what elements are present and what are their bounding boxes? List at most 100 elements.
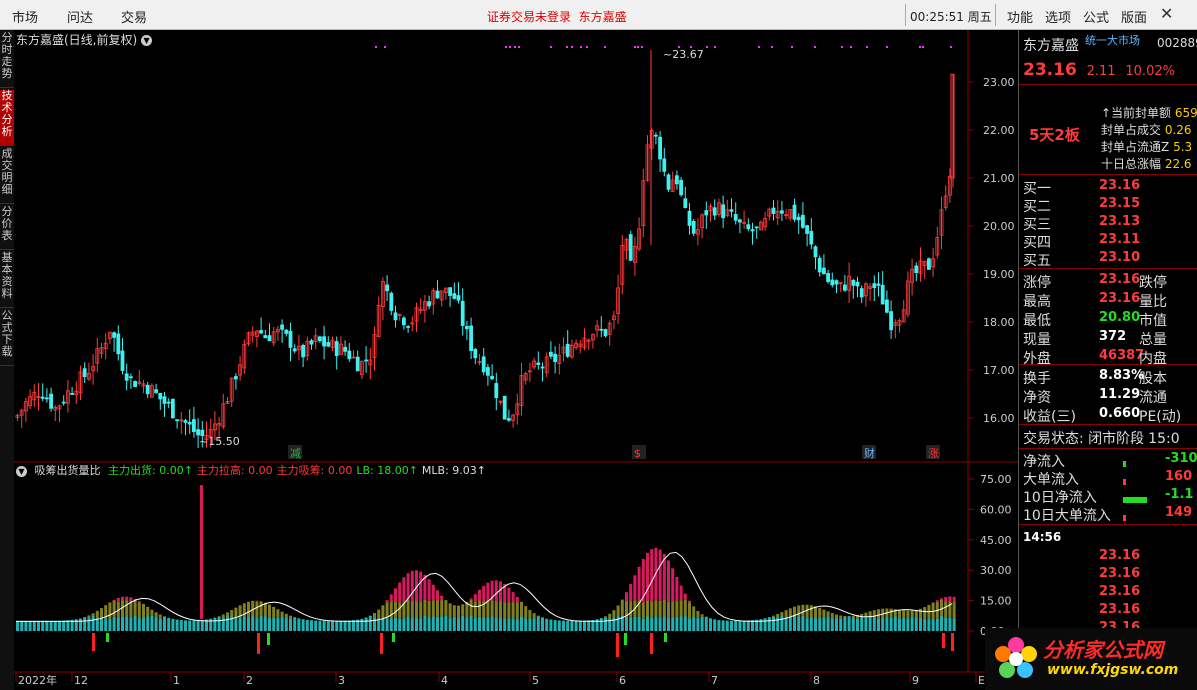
date-tick-label: 9 xyxy=(912,674,919,687)
price-tick-label: 19.00 xyxy=(983,268,1015,281)
indicator-bar xyxy=(137,602,141,619)
indicator-bar xyxy=(650,601,654,618)
indicator-bar xyxy=(326,620,330,631)
indicator-bar xyxy=(293,617,297,631)
indicator-bar xyxy=(625,616,628,631)
candle-body xyxy=(191,419,196,432)
candle-body xyxy=(473,348,478,359)
signal-dot xyxy=(791,46,793,48)
tab-profile[interactable]: 基本资料 xyxy=(0,252,14,308)
indicator-bar xyxy=(507,587,511,603)
indicator-bar xyxy=(83,617,87,631)
candle-body xyxy=(801,214,805,228)
menu-trade[interactable]: 交易 xyxy=(121,7,147,26)
indicator-bar xyxy=(444,615,448,631)
indicator-bar xyxy=(654,616,658,631)
stat-label: 量比 xyxy=(1139,294,1167,310)
indicator-bar xyxy=(415,601,418,618)
indicator-bar xyxy=(948,596,952,602)
date-tick-label: 1 xyxy=(173,674,180,687)
signal-dot xyxy=(566,46,568,48)
tab-formula-download[interactable]: 公式下载 xyxy=(0,310,14,366)
indicator-bar xyxy=(608,613,612,619)
indicator-bar xyxy=(839,615,843,619)
indicator-bar xyxy=(536,615,540,617)
indicator-bar xyxy=(646,616,649,631)
indicator-bar xyxy=(482,585,486,601)
menu-wenda[interactable]: 问达 xyxy=(67,7,93,26)
indicator-neg-bar xyxy=(942,633,945,648)
indicator-bar xyxy=(457,605,460,619)
indicator-bar xyxy=(646,600,649,617)
tick-price: 23.16 xyxy=(1099,566,1141,581)
indicator-bar xyxy=(129,597,133,601)
signal-dot xyxy=(706,46,708,48)
indicator-bar xyxy=(826,611,830,617)
indicator-bar xyxy=(213,617,217,631)
indicator-bar xyxy=(469,598,473,600)
candle-body xyxy=(628,234,633,261)
candle-body xyxy=(82,368,87,377)
tab-intraday[interactable]: 分时走势 xyxy=(0,32,14,88)
indicator-bar xyxy=(881,618,885,631)
indicator-bar xyxy=(150,615,154,631)
price-axis: 23.00 22.00 21.00 20.00 19.00 18.00 17.00 16.00 xyxy=(968,76,1015,425)
stat-label: 外盘 xyxy=(1023,351,1051,367)
menu-function[interactable]: 功能 xyxy=(1007,7,1033,26)
indicator-bar xyxy=(482,617,486,631)
chevron-down-icon[interactable]: ▼ xyxy=(16,465,27,477)
indicator-bar xyxy=(440,600,444,617)
indicator-bar xyxy=(696,610,700,618)
candle-body xyxy=(687,210,692,226)
bid-level-price: 23.10 xyxy=(1099,250,1141,265)
candle-body xyxy=(490,375,495,380)
chart-title[interactable]: 东方嘉盛(日线,前复权) ▼ xyxy=(16,31,153,48)
indicator-bar xyxy=(154,612,158,618)
menu-market[interactable]: 市场 xyxy=(12,7,38,26)
price-chart[interactable]: 23.00 22.00 21.00 20.00 19.00 18.00 17.00 16.00… xyxy=(14,30,1018,690)
tab-price-table[interactable]: 分价表 xyxy=(0,206,14,250)
indicator-bar xyxy=(801,615,805,631)
indicator-bar xyxy=(944,596,948,602)
login-notice[interactable]: 证券交易未登录 东方嘉盛 xyxy=(487,8,627,25)
indicator-bar xyxy=(415,617,418,631)
indicator-bar xyxy=(436,600,439,617)
tab-technical[interactable]: 技术分析 xyxy=(0,90,14,146)
indicator-bar xyxy=(696,617,700,631)
indicator-bar xyxy=(184,620,187,631)
indicator-bar xyxy=(490,600,494,617)
indicator-bar xyxy=(331,620,334,631)
indicator-bar xyxy=(667,618,670,631)
indicator-bar xyxy=(898,618,901,631)
menu-formula[interactable]: 公式 xyxy=(1083,7,1109,26)
market-link[interactable]: 统一大市场 xyxy=(1085,32,1140,48)
candle-body xyxy=(549,351,553,357)
chevron-down-icon[interactable]: ▼ xyxy=(141,35,153,46)
indicator-bar xyxy=(402,618,406,631)
indicator-bar xyxy=(700,616,704,631)
candle-body xyxy=(288,330,293,348)
indicator-bar xyxy=(944,601,948,618)
indicator-bar xyxy=(398,602,402,619)
menu-layout[interactable]: 版面 xyxy=(1121,7,1147,26)
indicator-bar xyxy=(688,600,691,603)
indicator-bar xyxy=(79,618,82,631)
close-icon[interactable]: ✕ xyxy=(1160,4,1173,23)
candle-body xyxy=(133,381,137,388)
indicator-neg-bar xyxy=(951,633,954,651)
menu-options[interactable]: 选项 xyxy=(1045,7,1071,26)
clock: 00:25:51 周五 xyxy=(910,10,992,24)
indicator-legend[interactable]: ▼ 吸筹出货量比 主力出货: 0.00↑ 主力拉高: 0.00 主力吸筹: 0.00… xyxy=(16,462,494,478)
candle-body xyxy=(603,329,608,337)
indicator-bar xyxy=(814,606,817,619)
candle-body xyxy=(889,311,893,331)
indicator-bar xyxy=(688,618,691,631)
indicator-bar xyxy=(851,615,855,618)
event-marker-label: 财 xyxy=(864,446,875,460)
indicator-bar xyxy=(394,601,397,618)
indicator-bar xyxy=(927,618,931,631)
candle-body xyxy=(124,373,129,381)
indicator-bar xyxy=(175,619,179,631)
tab-trades[interactable]: 成交明细 xyxy=(0,148,14,204)
indicator-axis: 75.0060.0045.0030.0015.000.00 xyxy=(968,473,1012,638)
